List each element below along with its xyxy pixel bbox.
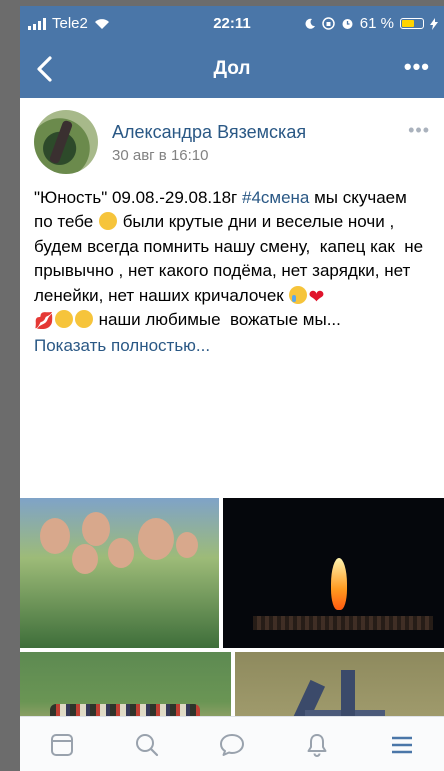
persevering-face-emoji-icon-3: [74, 310, 93, 329]
more-menu-icon[interactable]: •••: [404, 54, 430, 80]
crying-face-emoji-icon: [289, 285, 308, 304]
photo-group-selfie[interactable]: [20, 498, 219, 648]
author-avatar[interactable]: [34, 110, 98, 174]
news-icon: [51, 733, 74, 756]
battery-percent: 61 %: [359, 15, 394, 32]
phone-screen: Tele2 22:11 61 % Дол ••• Александра Вязе…: [20, 6, 444, 771]
charging-icon: [430, 17, 438, 30]
nav-bar: Дол •••: [20, 40, 444, 98]
persevering-face-emoji-icon-2: [54, 310, 73, 329]
hashtag-link[interactable]: #4смена: [242, 188, 309, 207]
alarm-icon: [342, 19, 353, 29]
bonfire-flame: [331, 558, 347, 610]
red-heart-emoji-icon: ❤: [308, 286, 325, 308]
crowd-silhouette: [253, 616, 433, 630]
messages-icon: [219, 733, 244, 756]
tab-search[interactable]: [127, 725, 167, 765]
search-icon: [136, 733, 159, 756]
status-right: 61 %: [304, 15, 438, 32]
photo-bonfire[interactable]: [223, 498, 444, 648]
tab-messages[interactable]: [212, 725, 252, 765]
orientation-lock-icon: [322, 17, 335, 30]
moon-icon: [305, 18, 315, 29]
tab-menu[interactable]: [382, 725, 422, 765]
show-more-link[interactable]: Показать полностью...: [34, 336, 210, 355]
battery-icon: [400, 18, 424, 29]
notifications-icon: [307, 733, 327, 757]
post-text-part1: "Юность" 09.08.-29.08.18г: [34, 188, 242, 207]
post-options-icon[interactable]: •••: [408, 120, 430, 141]
kiss-lips-emoji-icon: 💋: [34, 313, 54, 331]
post-text: "Юность" 09.08.-29.08.18г #4смена мы ску…: [34, 186, 430, 359]
post-author[interactable]: Александра Вяземская: [112, 122, 306, 143]
page-title: Дол: [213, 58, 251, 79]
tab-notifications[interactable]: [297, 725, 337, 765]
post-date[interactable]: 30 авг в 16:10: [112, 147, 208, 164]
persevering-face-emoji-icon: [98, 212, 117, 231]
bottom-tab-bar: [20, 716, 444, 771]
post-text-part4: наши любимые вожатые мы...: [93, 310, 341, 330]
tab-news[interactable]: [42, 725, 82, 765]
menu-icon: [391, 736, 412, 753]
status-bar: Tele2 22:11 61 %: [20, 6, 444, 40]
